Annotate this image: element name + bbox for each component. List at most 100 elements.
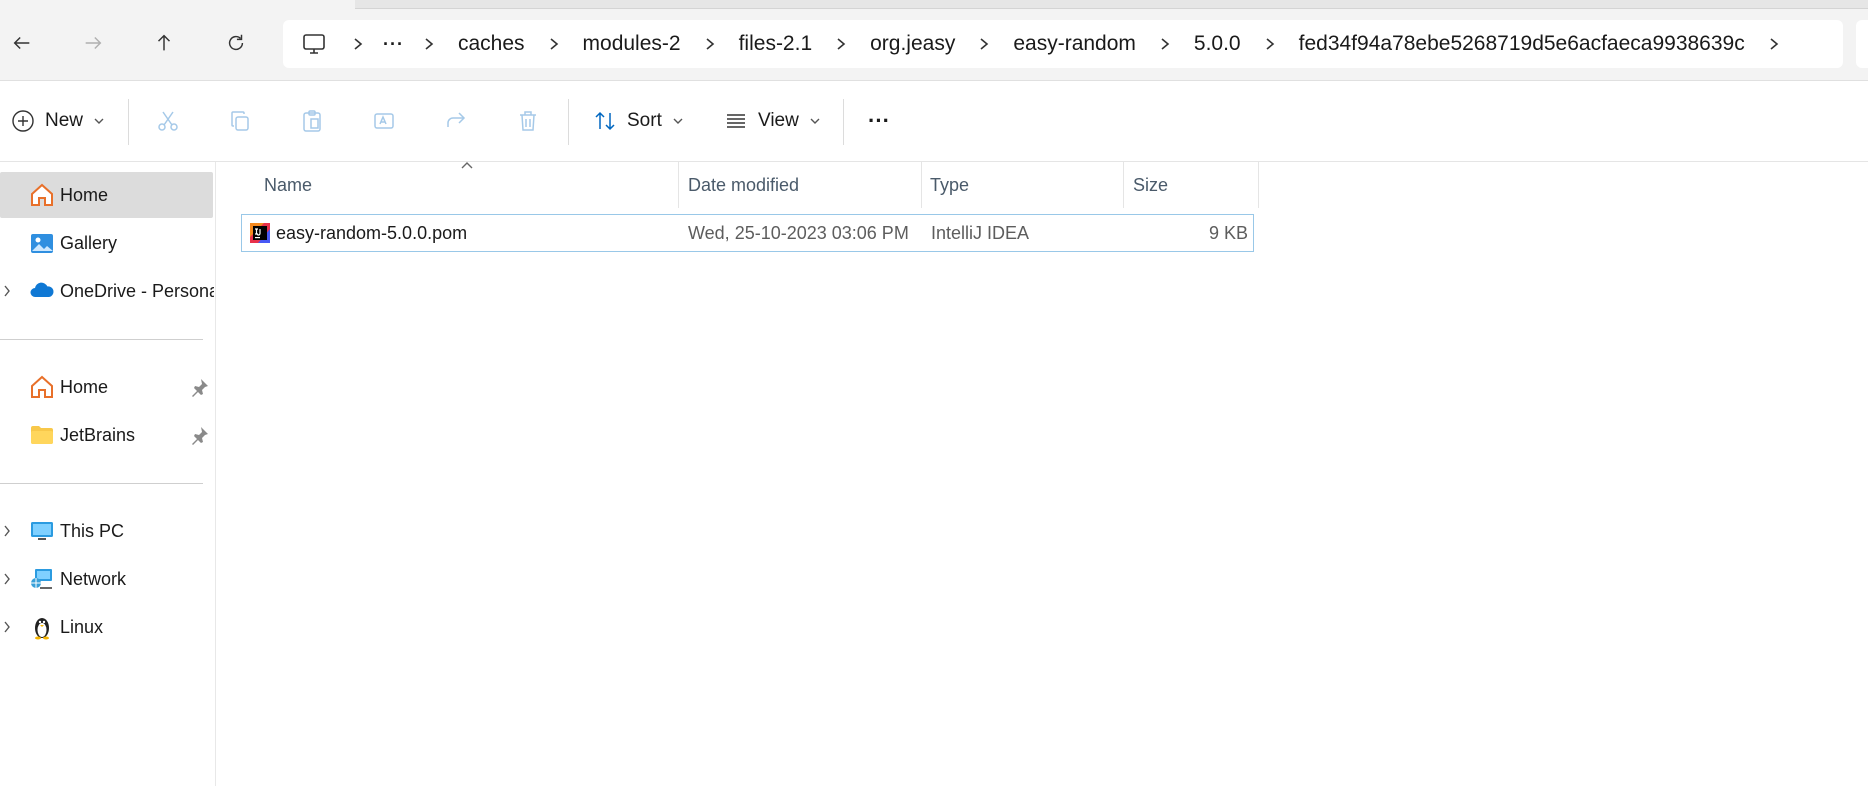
breadcrumb-item-org-jeasy[interactable]: org.jeasy (856, 32, 969, 56)
copy-button[interactable] (228, 81, 252, 161)
gallery-icon (31, 234, 53, 253)
arrow-left-icon (13, 36, 30, 50)
intellij-idea-icon (250, 223, 270, 243)
sidebar-item-label: Gallery (60, 232, 118, 253)
chevron-right-icon[interactable] (0, 285, 14, 297)
sidebar-item-home[interactable]: Home (0, 172, 213, 218)
toolbar-divider (128, 99, 129, 145)
sidebar-divider (0, 483, 203, 484)
scissors-icon (158, 111, 178, 131)
chevron-right-icon[interactable] (0, 525, 14, 537)
column-header-label: Name (264, 174, 313, 195)
refresh-icon (228, 34, 244, 51)
rename-icon (374, 113, 394, 129)
column-header-name[interactable]: Name (264, 162, 312, 208)
chevron-right-icon[interactable] (539, 37, 569, 51)
refresh-button[interactable] (219, 26, 253, 60)
column-divider[interactable] (1123, 162, 1124, 208)
breadcrumb-overflow-button[interactable]: ··· (373, 34, 414, 55)
chevron-right-icon[interactable] (0, 573, 14, 585)
tab-strip (355, 0, 1868, 9)
new-button[interactable]: New (11, 81, 105, 161)
chevron-down-icon (810, 118, 820, 124)
pin-icon[interactable] (190, 377, 210, 397)
sidebar-item-gallery[interactable]: Gallery (0, 220, 213, 266)
file-size: 9 KB (1208, 222, 1248, 243)
forward-button[interactable] (76, 26, 110, 60)
plus-circle-icon (12, 110, 34, 132)
column-header-label: Size (1133, 174, 1169, 195)
cut-button[interactable] (156, 81, 180, 161)
pin-icon[interactable] (190, 425, 210, 445)
share-icon (447, 112, 466, 127)
breadcrumb-item-version[interactable]: 5.0.0 (1180, 32, 1255, 56)
chevron-right-icon[interactable] (0, 621, 14, 633)
file-name: easy-random-5.0.0.pom (276, 222, 468, 243)
more-icon: ··· (868, 108, 890, 133)
toolbar-divider (843, 99, 844, 145)
paste-button[interactable] (300, 81, 324, 161)
chevron-right-icon[interactable] (414, 37, 444, 51)
home-icon (31, 375, 53, 398)
trash-icon (520, 111, 536, 131)
address-bar[interactable]: ··· caches modules-2 files-2.1 org.jeasy… (283, 20, 1843, 68)
sidebar-item-jetbrains[interactable]: JetBrains (0, 412, 213, 458)
sidebar-item-onedrive[interactable]: OneDrive - Persona (0, 268, 214, 314)
onedrive-cloud-icon (30, 282, 54, 297)
more-options-button[interactable]: ··· (868, 81, 890, 161)
column-divider[interactable] (678, 162, 679, 208)
breadcrumb-item-hash-folder[interactable]: fed34f94a78ebe5268719d5e6acfaeca9938639c (1285, 32, 1759, 56)
sidebar-item-label: Linux (60, 616, 104, 637)
delete-button[interactable] (516, 81, 540, 161)
monitor-icon (303, 34, 325, 54)
up-button[interactable] (147, 26, 181, 60)
column-divider[interactable] (1258, 162, 1259, 208)
breadcrumb-item-files-2-1[interactable]: files-2.1 (725, 32, 827, 56)
chevron-down-icon (673, 118, 683, 124)
breadcrumb-item-easy-random[interactable]: easy-random (999, 32, 1150, 56)
view-button[interactable]: View (724, 81, 821, 161)
navigation-pane: Home Gallery OneDrive - Persona Home Jet… (0, 162, 216, 786)
breadcrumb-item-modules-2[interactable]: modules-2 (569, 32, 695, 56)
sidebar-item-label: Network (60, 568, 127, 589)
sidebar-item-linux[interactable]: Linux (0, 604, 213, 650)
title-address-bar: ··· caches modules-2 files-2.1 org.jeasy… (0, 0, 1868, 81)
arrow-up-icon (157, 34, 171, 51)
column-header-date-modified[interactable]: Date modified (688, 162, 799, 208)
breadcrumb-item-caches[interactable]: caches (444, 32, 539, 56)
sort-button-label: Sort (627, 110, 662, 131)
column-header-label: Type (930, 174, 970, 195)
sidebar-item-label: This PC (60, 520, 125, 541)
column-header-type[interactable]: Type (930, 162, 969, 208)
command-bar: New Sort View ··· (0, 81, 1868, 162)
paste-icon (303, 110, 321, 132)
sidebar-item-label: Home (60, 184, 109, 205)
file-date-modified: Wed, 25-10-2023 03:06 PM (688, 222, 909, 243)
copy-icon (231, 111, 249, 131)
share-button[interactable] (444, 81, 468, 161)
column-header-label: Date modified (688, 174, 800, 195)
chevron-right-icon[interactable] (1150, 37, 1180, 51)
sidebar-divider (0, 339, 203, 340)
sidebar-item-network[interactable]: Network (0, 556, 213, 602)
chevron-right-icon[interactable] (969, 37, 999, 51)
arrow-right-icon (85, 36, 102, 50)
linux-penguin-icon (35, 618, 49, 640)
table-row[interactable]: easy-random-5.0.0.pom Wed, 25-10-2023 03… (241, 214, 1254, 252)
sidebar-item-this-pc[interactable]: This PC (0, 508, 213, 554)
chevron-right-icon[interactable] (343, 37, 373, 51)
rename-button[interactable] (372, 81, 396, 161)
sort-ascending-icon (461, 162, 473, 169)
new-button-label: New (45, 110, 84, 131)
chevron-right-icon[interactable] (695, 37, 725, 51)
sidebar-item-label: OneDrive - Persona (60, 280, 214, 301)
chevron-right-icon[interactable] (1255, 37, 1285, 51)
sort-button[interactable]: Sort (593, 81, 684, 161)
back-button[interactable] (5, 26, 39, 60)
chevron-right-icon[interactable] (1759, 37, 1789, 51)
chevron-right-icon[interactable] (826, 37, 856, 51)
column-header-size[interactable]: Size (1133, 162, 1168, 208)
sidebar-item-home-pinned[interactable]: Home (0, 364, 213, 410)
search-box-edge[interactable] (1856, 20, 1868, 68)
column-divider[interactable] (921, 162, 922, 208)
